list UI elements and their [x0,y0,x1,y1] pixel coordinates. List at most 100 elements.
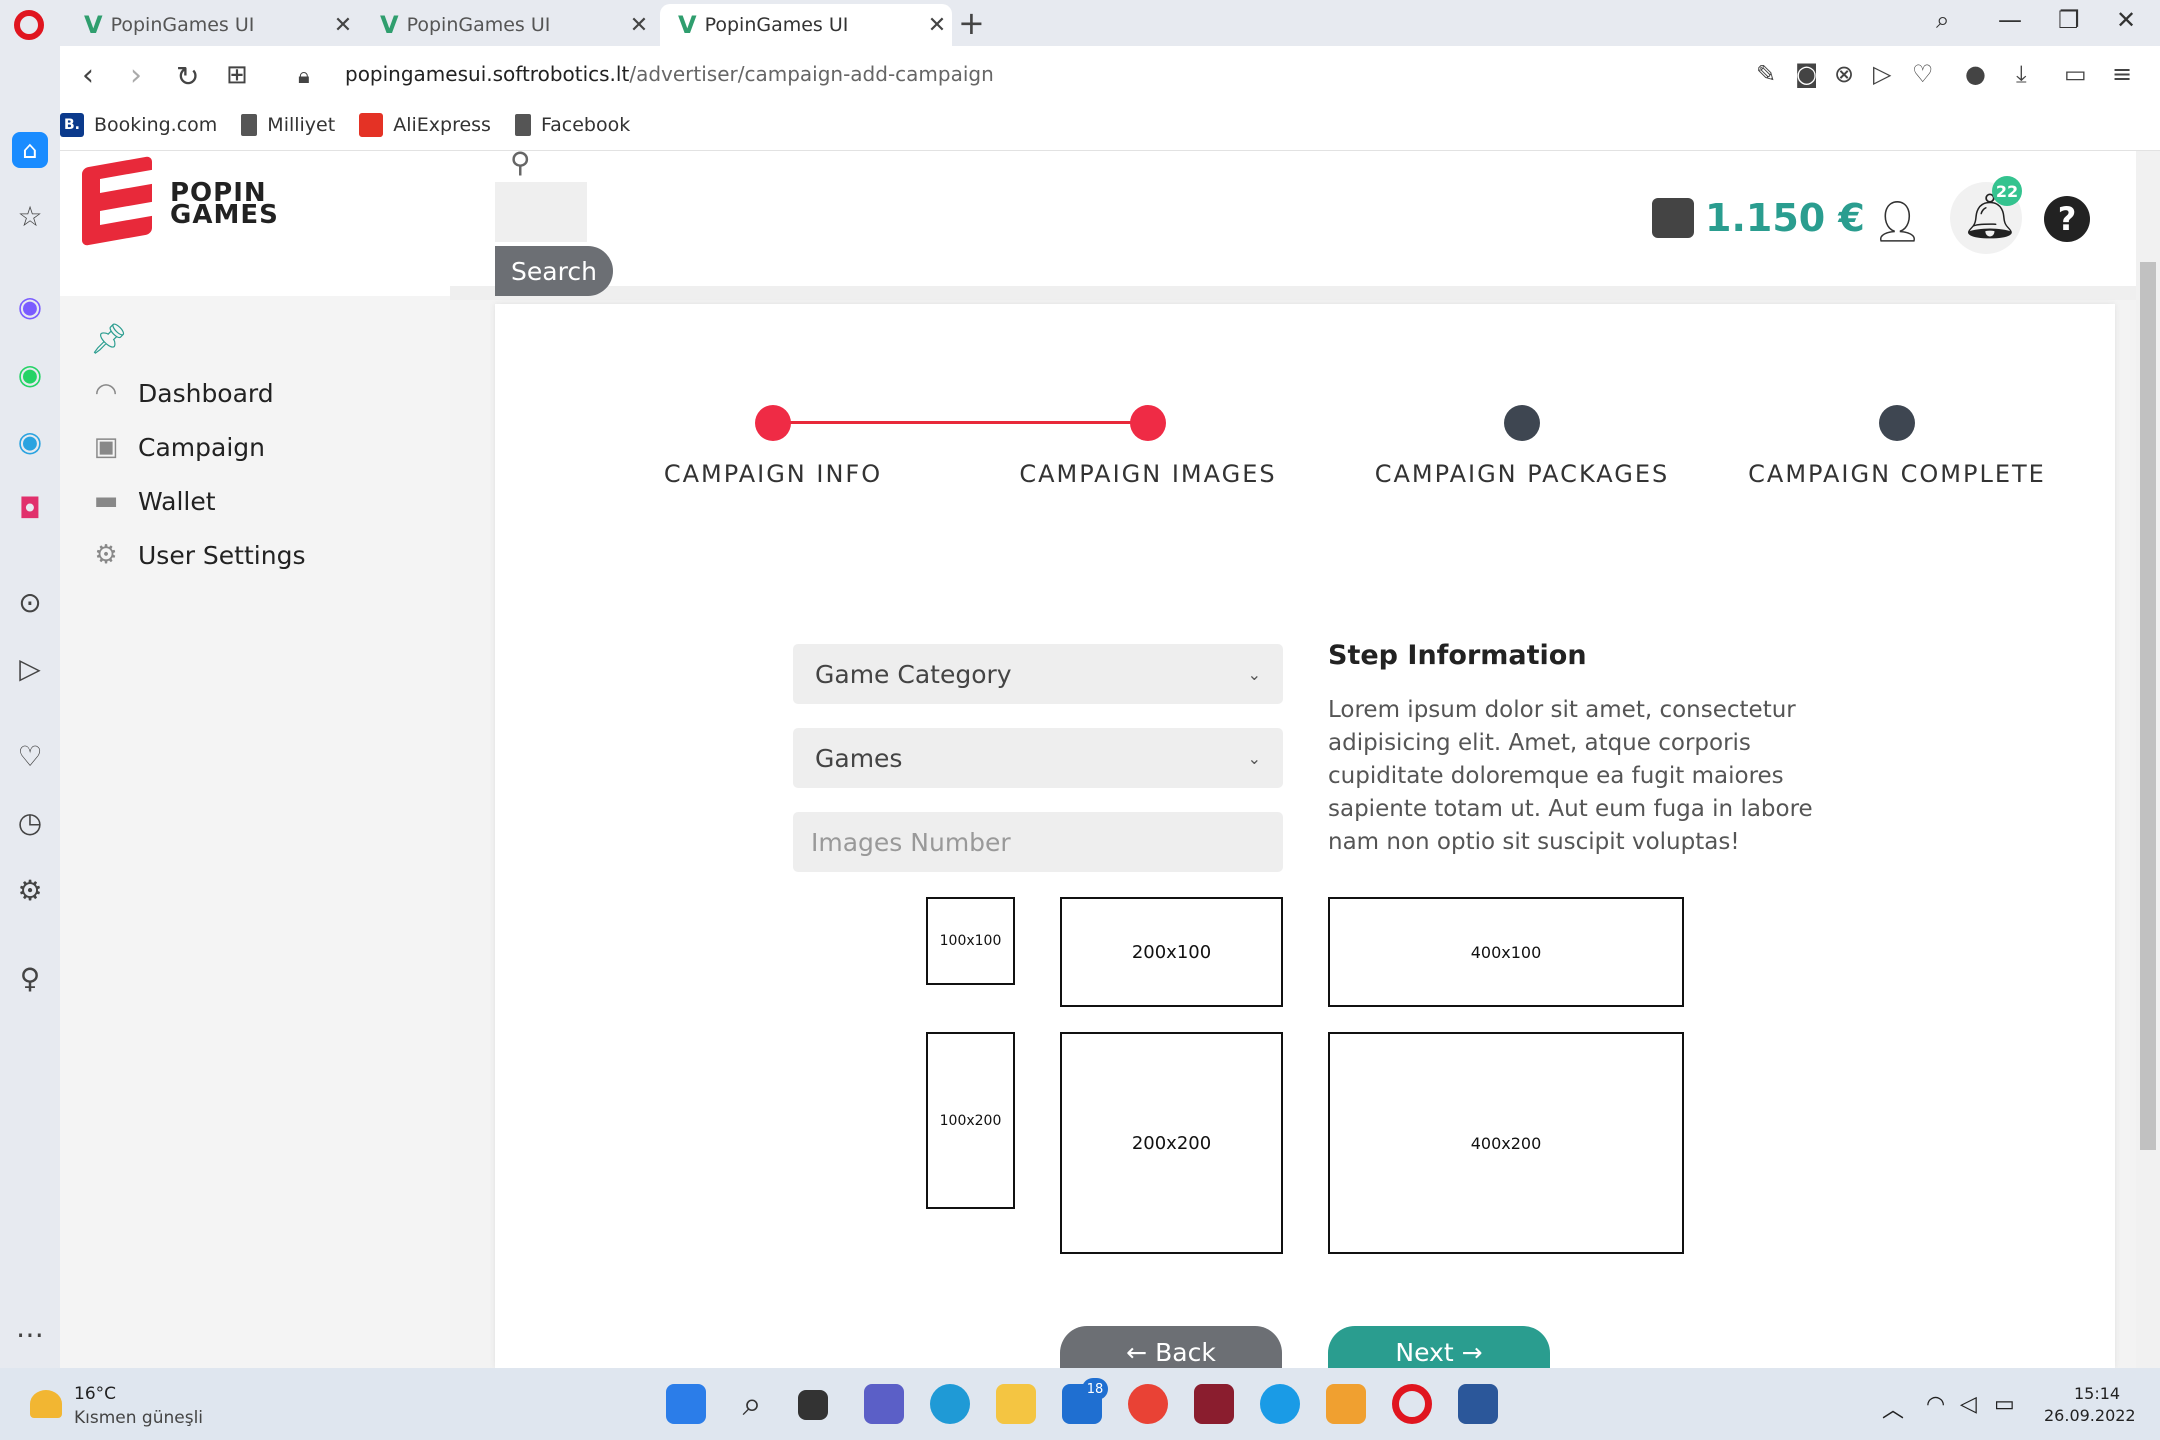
player-icon[interactable]: ⊙ [0,586,60,619]
step-label[interactable]: CAMPAIGN IMAGES [948,460,1348,488]
help-icon[interactable]: ? [2044,196,2090,242]
send-icon[interactable]: ▷ [0,652,60,685]
browser-tab[interactable]: V PopinGames UI ✕ [66,4,358,46]
sublime-icon[interactable] [1326,1384,1366,1424]
wifi-icon[interactable]: ◠ [1926,1392,1945,1417]
search-icon[interactable]: ⚲ [510,146,531,179]
search-input[interactable] [495,182,587,242]
image-size-400x100[interactable]: 400x100 [1328,897,1684,1007]
wallet-balance[interactable]: 1.150 € [1705,196,1865,240]
telegram-icon[interactable]: ◉ [0,425,60,458]
browser-tab[interactable]: V PopinGames UI ✕ [362,4,654,46]
step-dot-campaign-images [1130,405,1166,441]
opera-sidebar [0,46,60,1368]
weather-icon[interactable] [30,1390,62,1418]
lightbulb-icon[interactable]: ♀ [0,962,60,995]
image-size-100x100[interactable]: 100x100 [926,897,1015,985]
pin-icon[interactable]: 📌︎ [90,322,128,357]
close-icon[interactable]: ✕ [328,13,358,38]
logo-line: GAMES [170,200,279,230]
image-size-200x200[interactable]: 200x200 [1060,1032,1283,1254]
clock-date[interactable]: 26.09.2022 [2044,1406,2136,1425]
weather-desc[interactable]: Kısmen güneşli [74,1408,203,1428]
bookmark-booking[interactable]: B. Booking.com [60,113,217,137]
heart-icon[interactable]: ♡ [0,740,60,773]
opera-logo-icon[interactable] [14,10,44,40]
messenger-icon[interactable]: ◉ [0,290,60,323]
browser-tab-active[interactable]: V PopinGames UI ✕ [660,4,952,46]
instagram-icon[interactable]: ◘ [0,492,60,525]
download-icon[interactable]: ⤓ [2016,60,2027,88]
user-icon[interactable]: 👤︎ [1872,198,1923,245]
minimize-icon[interactable]: — [1998,6,2022,34]
image-size-100x200[interactable]: 100x200 [926,1032,1015,1209]
start-icon[interactable] [666,1384,706,1424]
profile-icon[interactable]: ● [1965,60,1986,88]
game-icon[interactable] [1194,1384,1234,1424]
search-tabs-icon[interactable]: ⌕ [1936,6,1949,34]
heart-icon[interactable]: ♡ [1912,60,1934,88]
search-button[interactable]: Search [495,246,613,296]
image-size-200x100[interactable]: 200x100 [1060,897,1283,1007]
sidebar-item-dashboard[interactable]: ◠ Dashboard [90,378,274,408]
sidebar-item-campaign[interactable]: ▣ Campaign [90,432,265,462]
step-label[interactable]: CAMPAIGN COMPLETE [1697,460,2097,488]
sidebar-item-user-settings[interactable]: ⚙ User Settings [90,540,305,570]
easy-setup-icon[interactable]: ≡ [2112,60,2132,88]
camera-icon[interactable]: ◙ [1795,60,1818,88]
step-label[interactable]: CAMPAIGN PACKAGES [1322,460,1722,488]
weather-temp[interactable]: 16°C [74,1384,116,1404]
whatsapp-icon[interactable]: ◉ [0,358,60,391]
url-field[interactable]: popingamesui.softrobotics.lt/advertiser/… [345,62,994,86]
game-category-select[interactable]: Game Category ⌄ [793,644,1283,704]
home-icon[interactable]: ⌂ [0,132,60,168]
bookmark-aliexpress[interactable]: AliExpress [359,113,491,137]
adblock-icon[interactable]: ⊗ [1834,60,1854,88]
bookmark-milliyet[interactable]: Milliyet [241,114,335,136]
close-icon[interactable]: ✕ [922,13,952,38]
more-icon[interactable]: ⋯ [0,1318,60,1351]
image-size-400x200[interactable]: 400x200 [1328,1032,1684,1254]
arrow-left-icon: ← [1126,1338,1148,1367]
volume-icon[interactable]: ◁ [1960,1392,1977,1417]
edit-icon[interactable]: ✎ [1756,60,1776,88]
battery-icon[interactable]: ▭ [1994,1392,2015,1417]
battery-icon[interactable]: ▭ [2064,60,2087,88]
back-nav-icon[interactable]: ‹ [82,58,94,93]
speed-dial-icon[interactable]: ⊞ [226,60,248,90]
vue-icon: V [678,11,697,39]
word-icon[interactable] [1458,1384,1498,1424]
sidebar-item-label: User Settings [138,540,306,570]
file-explorer-icon[interactable] [996,1384,1036,1424]
opera-icon[interactable] [1392,1384,1432,1424]
search-icon[interactable]: ⌕ [732,1384,772,1424]
images-number-input[interactable]: Images Number [793,812,1283,872]
aliexpress-icon [359,113,384,137]
forward-nav-icon[interactable]: › [130,58,142,93]
new-tab-icon[interactable]: + [958,4,985,42]
restore-icon[interactable]: ❐ [2058,6,2080,34]
close-window-icon[interactable]: ✕ [2116,6,2136,34]
chat-icon[interactable] [864,1384,904,1424]
gear-icon[interactable]: ⚙ [0,874,60,907]
scrollbar-thumb[interactable] [2140,262,2156,1150]
step-label[interactable]: CAMPAIGN INFO [573,460,973,488]
bookmark-facebook[interactable]: Facebook [514,114,630,136]
history-icon[interactable]: ◷ [0,806,60,839]
close-icon[interactable]: ✕ [624,13,654,38]
clock-time[interactable]: 15:14 [2074,1384,2120,1403]
send-icon[interactable]: ▷ [1873,60,1891,88]
back-button-label: Back [1155,1338,1216,1367]
skype-icon[interactable] [1260,1384,1300,1424]
chrome-icon[interactable] [1128,1384,1168,1424]
games-select[interactable]: Games ⌄ [793,728,1283,788]
task-view-icon[interactable] [798,1390,828,1420]
edge-icon[interactable] [930,1384,970,1424]
reload-icon[interactable]: ↻ [176,60,199,93]
sidebar-item-wallet[interactable]: ▬ Wallet [90,486,216,516]
document-icon [241,114,258,136]
step-info-text: Lorem ipsum dolor sit amet, consectetur … [1328,697,1813,855]
tray-chevron-up-icon[interactable]: ︿ [1882,1392,1904,1424]
star-icon[interactable]: ☆ [0,200,60,233]
popin-logo-icon[interactable] [82,155,152,247]
